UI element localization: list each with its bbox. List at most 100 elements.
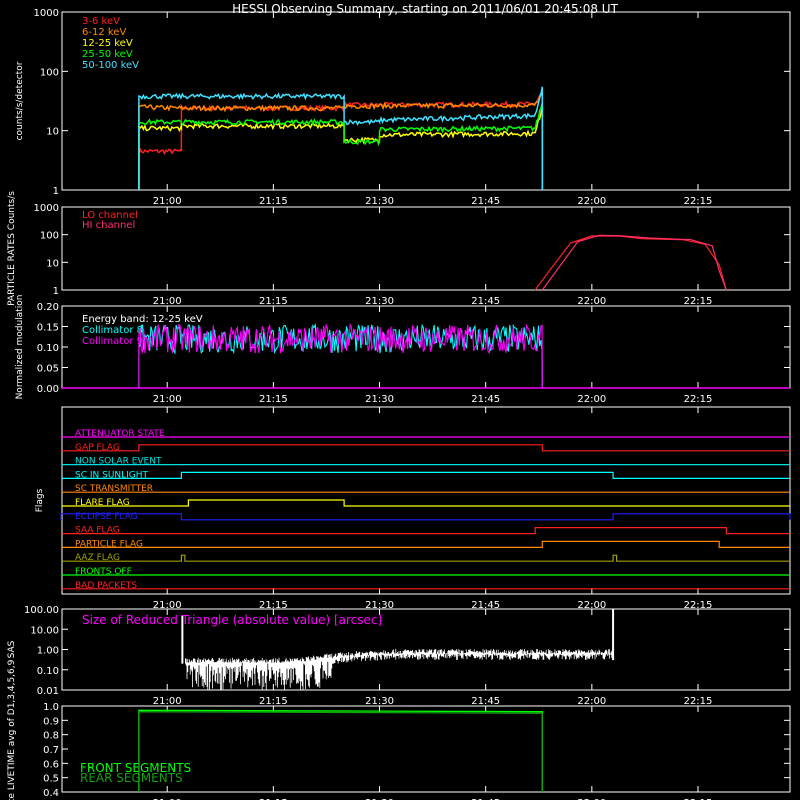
flag-label: BAD PACKETS xyxy=(75,581,137,591)
y-tick-label: 0.15 xyxy=(37,323,59,334)
panel-frame xyxy=(61,406,791,595)
legend-entry: 50-100 keV xyxy=(82,60,139,71)
y-tick-label: 1000 xyxy=(34,203,59,214)
y-tick-label: 0.10 xyxy=(37,666,59,677)
flag-label: PARTICLE FLAG xyxy=(75,539,143,549)
sas-annotation: Size of Reduced Triangle (absolute value… xyxy=(82,613,382,627)
flag-line xyxy=(62,499,790,507)
series-line xyxy=(138,709,543,792)
x-tick-label: 21:15 xyxy=(259,394,288,405)
y-tick-label: 0.8 xyxy=(43,731,59,742)
x-tick-label: 21:45 xyxy=(471,696,500,707)
y-tick-label: 1000 xyxy=(34,8,59,19)
panel-modulation: 21:00 21:15 21:30 21:45 22:00 22:15 0.00 0.05 0.… xyxy=(15,295,791,405)
energy-band-label: Energy band: 12-25 keV xyxy=(82,314,203,325)
y-tick-label: 0.9 xyxy=(43,716,59,727)
flag-line xyxy=(62,527,790,535)
y-tick-label: 1.00 xyxy=(37,646,59,657)
y-tick-label: 0.6 xyxy=(43,759,59,770)
series-line xyxy=(138,711,543,792)
series-line xyxy=(138,92,544,190)
y-tick-label: 0.7 xyxy=(43,745,59,756)
flag-label: NON SOLAR EVENT xyxy=(75,457,162,467)
x-tick-label: 22:00 xyxy=(577,296,606,307)
y-axis-label: counts/s/detector xyxy=(15,61,25,140)
legend-entry: 25-50 keV xyxy=(82,49,133,60)
x-tick-label: 21:30 xyxy=(365,394,394,405)
y-tick-label: 0.05 xyxy=(37,364,59,375)
y-tick-label: 100 xyxy=(40,67,59,78)
x-tick-label: 21:45 xyxy=(471,196,500,207)
x-tick-label: 21:00 xyxy=(153,296,182,307)
hessi-summary-figure: HESSI Observing Summary, starting on 201… xyxy=(7,2,791,800)
sas-trace xyxy=(185,648,613,690)
panel-sas: 21:00 21:15 21:30 21:45 22:00 22:15 0.01 0.10 1.… xyxy=(7,605,791,707)
panel-particles: 21:00 21:15 21:30 21:45 22:00 22:15 1 10 100 1000… xyxy=(7,191,791,307)
series-line xyxy=(534,235,727,291)
legend-entry: REAR SEGMENTS xyxy=(80,771,183,785)
y-axis-label: Mon. Rate LIVETIME avg of D1,3,4,5,6,9 xyxy=(7,659,17,800)
y-tick-label: 10 xyxy=(46,258,59,269)
legend-entry: 3-6 keV xyxy=(82,16,120,27)
x-tick-label: 22:15 xyxy=(684,296,713,307)
x-tick-label: 22:15 xyxy=(684,196,713,207)
y-axis-label: Flags xyxy=(35,488,45,512)
flag-line xyxy=(62,471,790,479)
flag-line xyxy=(62,554,790,562)
y-tick-label: 100.00 xyxy=(24,605,59,616)
x-tick-label: 21:30 xyxy=(365,696,394,707)
figure-title: HESSI Observing Summary, starting on 201… xyxy=(232,2,618,16)
panel-livetime: 21:00 21:15 21:30 21:45 22:00 22:15 0.4 0.5 0.6 0… xyxy=(7,659,791,800)
y-tick-label: 0.20 xyxy=(37,302,59,313)
x-tick-label: 21:00 xyxy=(153,696,182,707)
y-tick-label: 0.10 xyxy=(37,343,59,354)
panel-lightcurves: 21:00 21:15 21:30 21:45 22:00 22:15 1 10 100 1000… xyxy=(15,8,791,207)
series-line xyxy=(138,106,544,190)
x-tick-label: 22:00 xyxy=(577,696,606,707)
y-axis-label: Normalized modulation xyxy=(15,295,25,400)
flag-line xyxy=(62,540,790,548)
panel-frame xyxy=(61,206,791,291)
x-tick-label: 21:00 xyxy=(153,394,182,405)
x-tick-label: 22:15 xyxy=(684,394,713,405)
x-tick-label: 22:00 xyxy=(577,394,606,405)
flag-line xyxy=(60,513,791,521)
flag-label: ATTENUATOR STATE xyxy=(75,429,165,439)
x-tick-label: 21:45 xyxy=(471,296,500,307)
panel-frame xyxy=(61,11,791,191)
x-tick-label: 21:00 xyxy=(153,196,182,207)
x-tick-label: 22:00 xyxy=(577,196,606,207)
panel-flags: 21:00 21:15 21:30 21:45 22:00 22:15FlagsATTEN… xyxy=(35,406,791,611)
y-tick-label: 1 xyxy=(53,186,59,197)
flag-label: AAZ FLAG xyxy=(75,553,120,563)
flag-label: FLARE FLAG xyxy=(75,498,130,508)
x-tick-label: 21:15 xyxy=(259,196,288,207)
flag-label: GAP FLAG xyxy=(75,443,120,453)
legend-entry: 12-25 keV xyxy=(82,38,133,49)
y-tick-label: 10 xyxy=(46,127,59,138)
legend-entry: Collimator 8 xyxy=(82,325,143,336)
flag-line xyxy=(62,444,790,452)
legend-entry: 6-12 keV xyxy=(82,27,126,38)
flag-label: FRONTS OFF xyxy=(75,567,132,577)
x-tick-label: 21:30 xyxy=(365,196,394,207)
legend-entry: HI channel xyxy=(82,220,135,231)
series-line xyxy=(138,102,544,190)
x-tick-label: 21:15 xyxy=(259,296,288,307)
y-tick-label: 0.5 xyxy=(43,774,59,785)
y-tick-label: 100 xyxy=(40,231,59,242)
y-tick-label: 10.00 xyxy=(30,625,59,636)
flag-label: ECLIPSE FLAG xyxy=(75,512,138,522)
x-tick-label: 22:15 xyxy=(684,696,713,707)
y-axis-label: PARTICLE RATES Counts/s xyxy=(7,191,17,306)
legend-entry: Collimator 9 xyxy=(82,336,143,347)
y-tick-label: 1.0 xyxy=(43,702,59,713)
flag-label: SAA FLAG xyxy=(75,526,120,536)
y-tick-label: 1 xyxy=(53,286,59,297)
x-tick-label: 21:30 xyxy=(365,296,394,307)
x-tick-label: 21:15 xyxy=(259,696,288,707)
series-line xyxy=(138,86,544,190)
flag-label: SC TRANSMITTER xyxy=(75,484,153,494)
y-tick-label: 0.4 xyxy=(43,788,59,799)
flag-label: SC IN SUNLIGHT xyxy=(75,470,149,480)
